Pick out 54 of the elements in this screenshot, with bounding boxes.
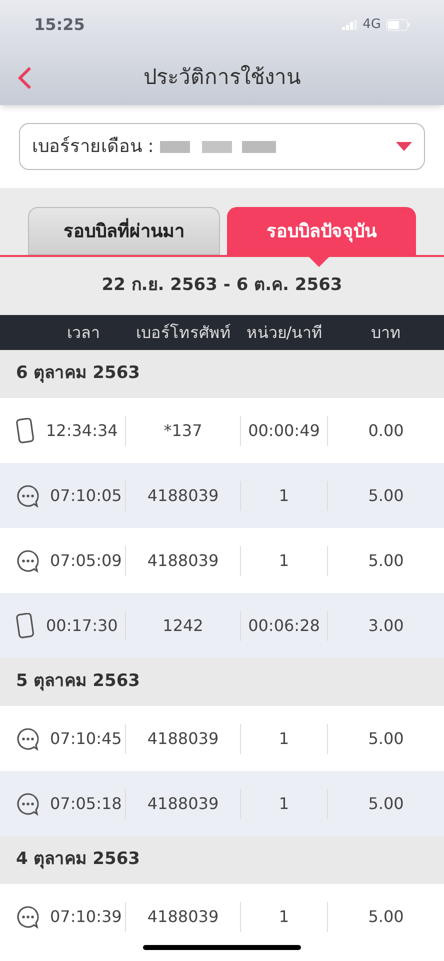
amount-cell: 5.00 xyxy=(368,550,404,570)
time-cell-text: 07:05:18 xyxy=(50,792,122,814)
units-cell: 1 xyxy=(278,906,290,926)
units-cell: 1 xyxy=(278,794,290,812)
dropdown-label: เบอร์รายเดือน : xyxy=(32,135,154,159)
phone-number-cell: 4188039 xyxy=(147,486,219,504)
chat-bubble-icon xyxy=(16,548,40,572)
amount-cell: 5.00 xyxy=(368,906,404,926)
chat-bubble-icon xyxy=(16,484,40,508)
back-icon xyxy=(18,66,32,90)
amount-cell: 0.00 xyxy=(368,420,404,440)
tab[interactable]: รอบบิลที่ผ่านมา xyxy=(28,207,220,255)
units-cell: 1 xyxy=(278,550,290,570)
billing-period: 22 ก.ย. 2563 - 6 ต.ค. 2563 xyxy=(102,274,342,298)
chat-bubble-icon xyxy=(16,792,40,816)
time-cell-text: 07:05:09 xyxy=(50,550,122,572)
column-header: หน่วย/นาที xyxy=(245,322,324,344)
signal-icon xyxy=(342,20,358,30)
units-cell: 00:06:28 xyxy=(248,616,320,634)
amount-cell: 5.00 xyxy=(368,486,404,504)
phone-icon xyxy=(16,612,36,638)
amount-cell: 5.00 xyxy=(368,728,404,748)
column-header: เวลา xyxy=(66,322,101,344)
group-date: 4 ตุลาคม 2563 xyxy=(16,848,140,872)
time-cell-text: 07:10:39 xyxy=(50,906,122,928)
page-title: ประวัติการใช้งาน xyxy=(144,64,300,91)
group-date: 5 ตุลาคม 2563 xyxy=(16,670,140,694)
battery-icon xyxy=(386,19,410,31)
phone-number-cell: *137 xyxy=(164,420,202,440)
time-cell-text: 07:10:45 xyxy=(50,728,122,750)
time-cell-text: 00:17:30 xyxy=(46,614,118,636)
phone-number-cell: 1242 xyxy=(162,616,204,634)
tab[interactable]: รอบบิลปัจจุบัน xyxy=(226,207,416,255)
network-label: 4G xyxy=(362,16,381,34)
group-date: 6 ตุลาคม 2563 xyxy=(16,362,140,386)
caret-icon xyxy=(396,142,412,152)
phone-number-cell: 4188039 xyxy=(147,550,219,570)
time-cell-text: 12:34:34 xyxy=(46,420,118,442)
units-cell: 1 xyxy=(278,486,290,504)
chat-bubble-icon xyxy=(16,726,40,750)
chat-bubble-icon xyxy=(16,904,40,928)
units-cell: 1 xyxy=(278,728,290,748)
number-dropdown[interactable]: เบอร์รายเดือน : xyxy=(19,123,425,170)
time-cell-text: 07:10:05 xyxy=(50,484,122,506)
column-header: บาท xyxy=(370,322,402,344)
phone-number-cell: 4188039 xyxy=(147,906,219,926)
phone-icon xyxy=(16,418,36,444)
amount-cell: 3.00 xyxy=(368,616,404,634)
status-time: 15:25 xyxy=(34,14,85,36)
units-cell: 00:00:49 xyxy=(248,420,320,440)
column-header: เบอร์โทรศัพท์ xyxy=(135,322,232,344)
phone-number-cell: 4188039 xyxy=(147,794,219,812)
amount-cell: 5.00 xyxy=(368,794,404,812)
phone-number-cell: 4188039 xyxy=(147,728,219,748)
